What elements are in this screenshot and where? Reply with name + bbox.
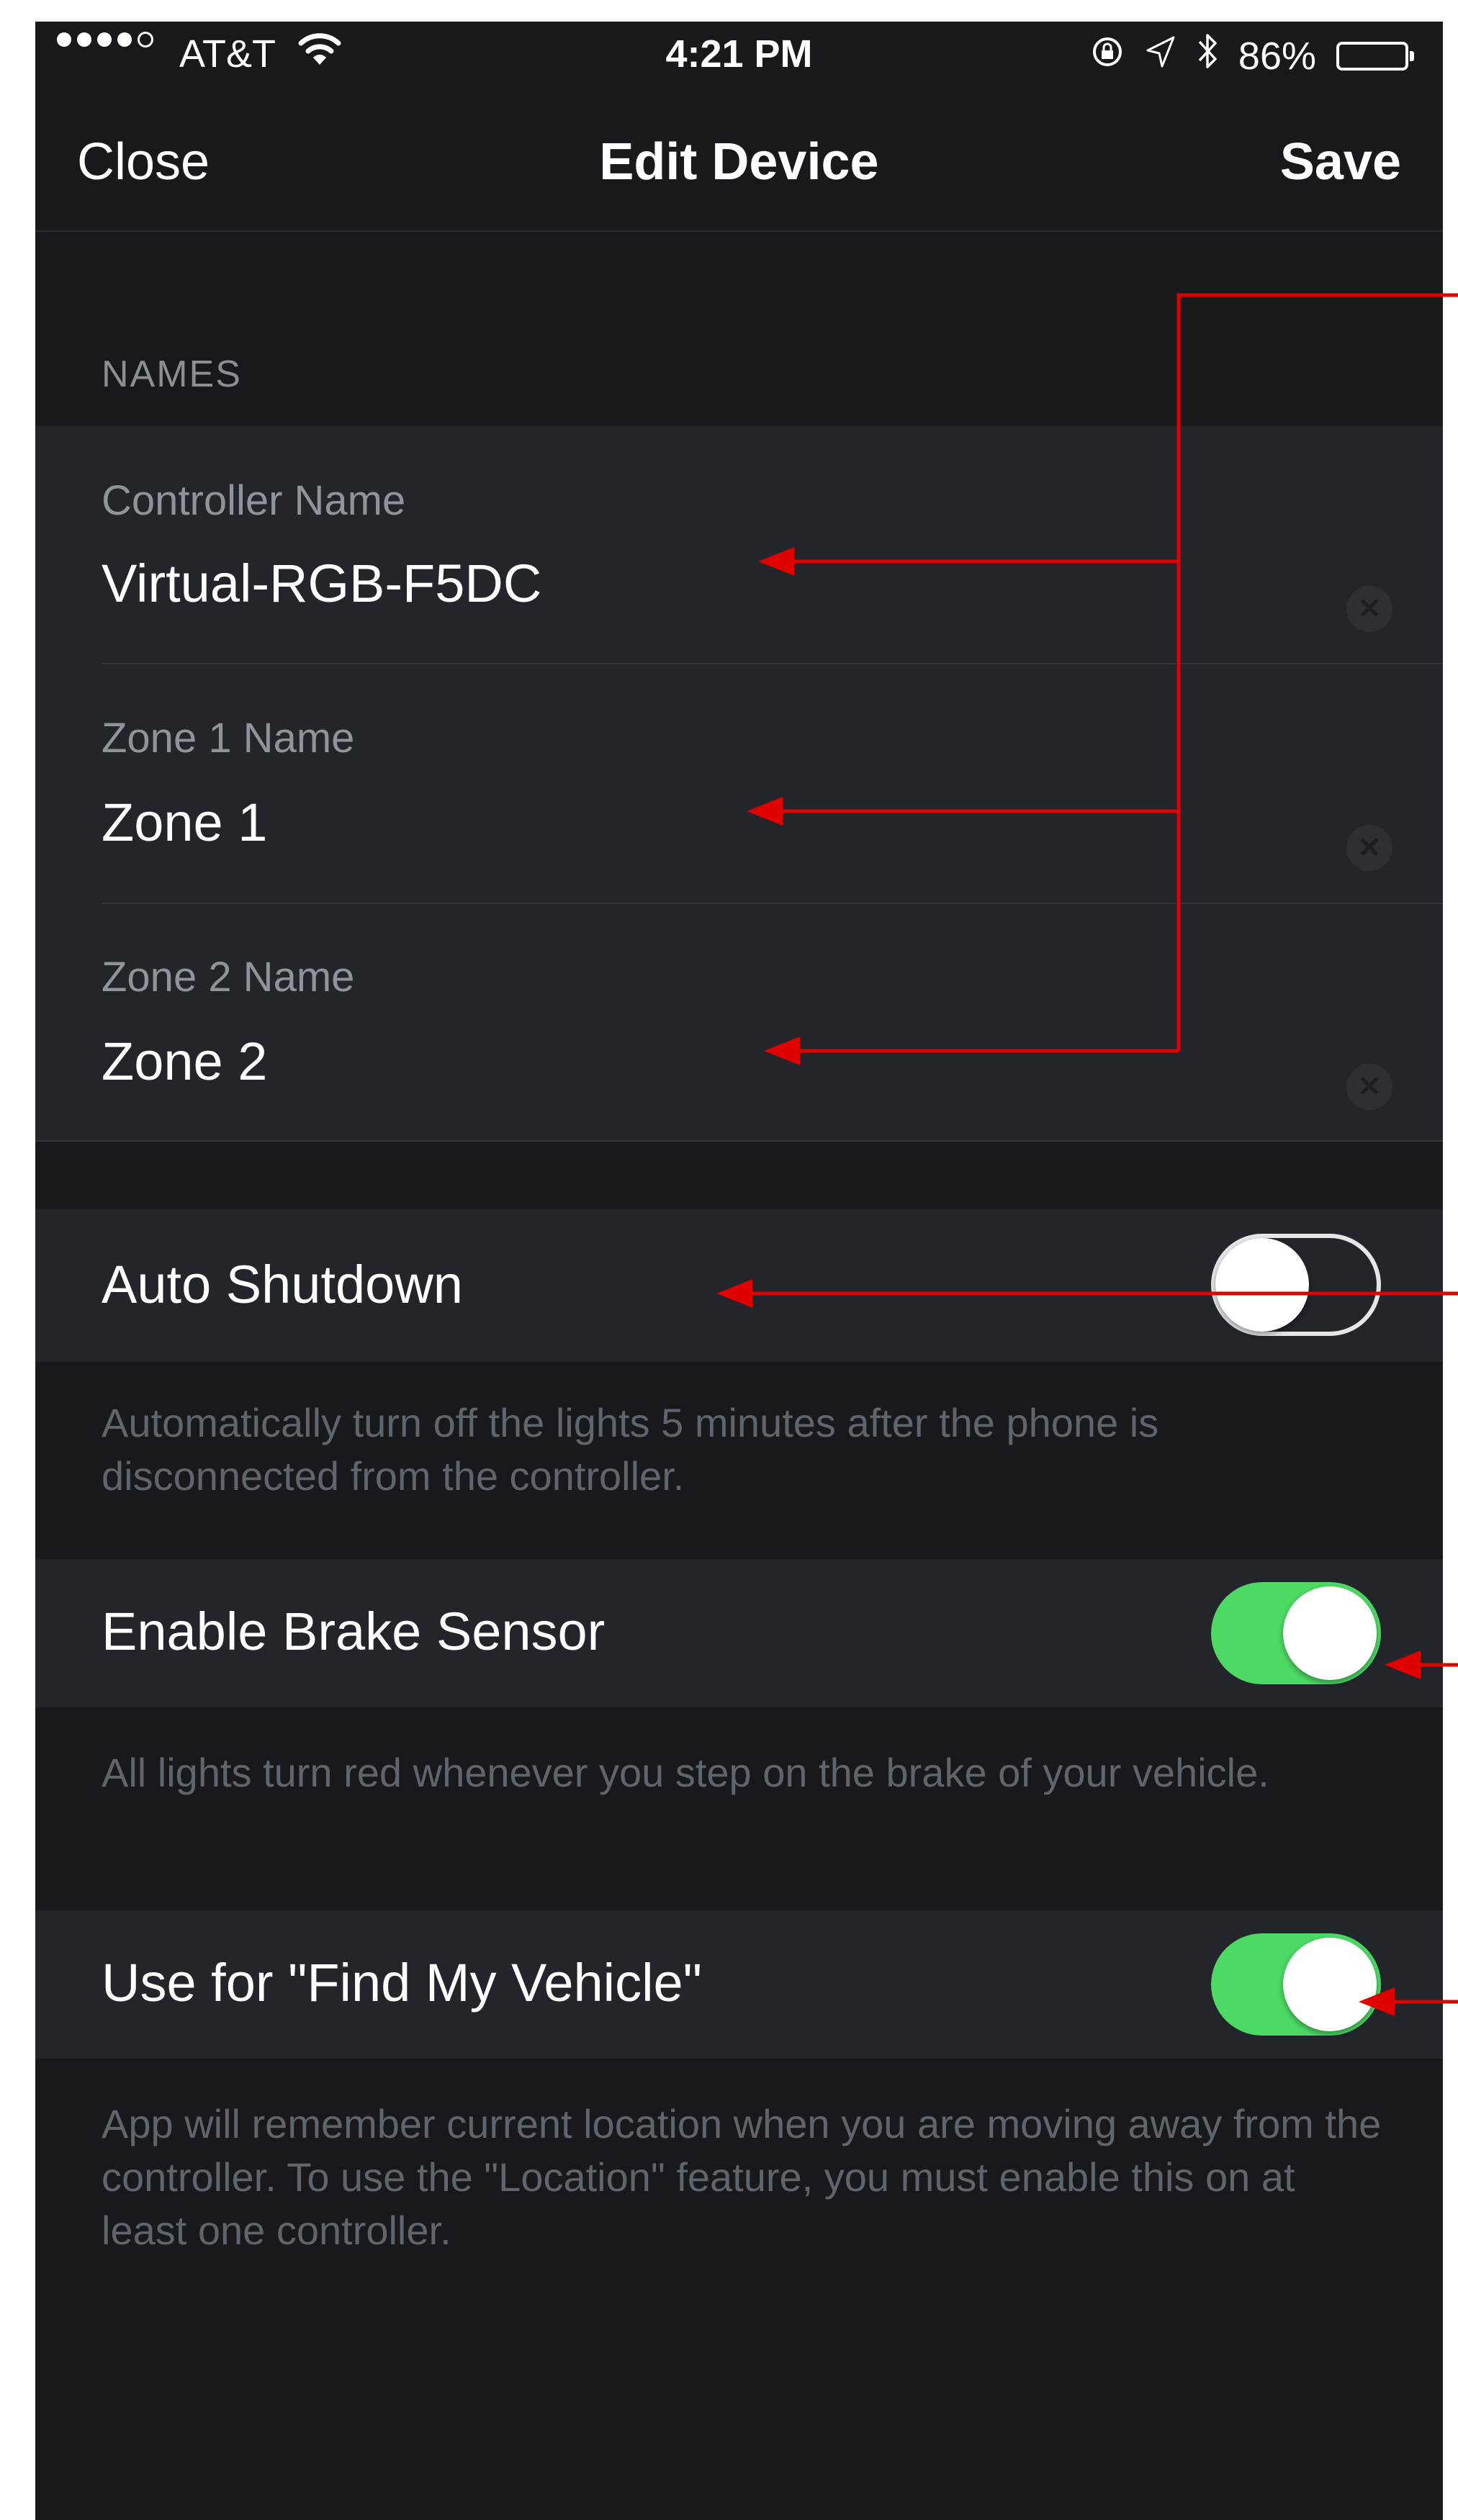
group-divider xyxy=(35,1140,1443,1142)
brake-sensor-label: Enable Brake Sensor xyxy=(102,1602,606,1661)
status-bar: AT&T 4:21 PM 86% xyxy=(35,22,1443,86)
clear-icon[interactable]: ✕ xyxy=(1346,1064,1392,1110)
status-right-group: 86% xyxy=(1090,32,1414,80)
brake-sensor-toggle[interactable] xyxy=(1211,1582,1381,1684)
toggle-knob xyxy=(1283,1938,1377,2031)
phone-screen: AT&T 4:21 PM 86% Edit Device Close Save … xyxy=(35,22,1443,2520)
find-my-vehicle-toggle[interactable] xyxy=(1211,1933,1381,2036)
nav-divider xyxy=(35,230,1443,232)
find-my-vehicle-label: Use for "Find My Vehicle" xyxy=(102,1953,702,2013)
find-my-vehicle-description: App will remember current location when … xyxy=(102,2101,1382,2253)
battery-icon xyxy=(1336,41,1414,71)
toggle-knob xyxy=(1215,1238,1309,1332)
controller-name-label: Controller Name xyxy=(102,477,406,524)
names-group: Controller Name Virtual-RGB-F5DC ✕ Zone … xyxy=(35,426,1443,1140)
clear-icon[interactable]: ✕ xyxy=(1346,586,1392,632)
names-section-header: NAMES xyxy=(102,353,242,395)
toggle-knob xyxy=(1283,1586,1377,1680)
save-button[interactable]: Save xyxy=(1280,115,1401,209)
auto-shutdown-label: Auto Shutdown xyxy=(102,1255,463,1314)
orientation-lock-icon xyxy=(1090,34,1125,78)
find-my-vehicle-row: Use for "Find My Vehicle" xyxy=(35,1910,1443,2059)
navigation-bar: Edit Device Close Save xyxy=(35,115,1443,209)
brake-sensor-row: Enable Brake Sensor xyxy=(35,1559,1443,1707)
zone-2-name-field[interactable]: Zone 2 xyxy=(102,1031,267,1092)
zone-2-name-label: Zone 2 Name xyxy=(102,954,355,1001)
close-button[interactable]: Close xyxy=(77,115,210,209)
row-divider xyxy=(102,903,1443,904)
brake-sensor-description: All lights turn red whenever you step on… xyxy=(102,1750,1269,1795)
auto-shutdown-description: Automatically turn off the lights 5 minu… xyxy=(102,1400,1159,1499)
auto-shutdown-row: Auto Shutdown xyxy=(35,1209,1443,1362)
zone-1-name-field[interactable]: Zone 1 xyxy=(102,792,267,853)
auto-shutdown-toggle[interactable] xyxy=(1211,1234,1381,1336)
zone-1-name-label: Zone 1 Name xyxy=(102,715,355,762)
clear-icon[interactable]: ✕ xyxy=(1346,825,1392,871)
page-title: Edit Device xyxy=(599,133,879,191)
row-divider xyxy=(102,663,1443,664)
bluetooth-icon xyxy=(1197,32,1218,80)
controller-name-field[interactable]: Virtual-RGB-F5DC xyxy=(102,553,541,614)
battery-percent: 86% xyxy=(1238,34,1316,78)
location-arrow-icon xyxy=(1145,34,1176,78)
